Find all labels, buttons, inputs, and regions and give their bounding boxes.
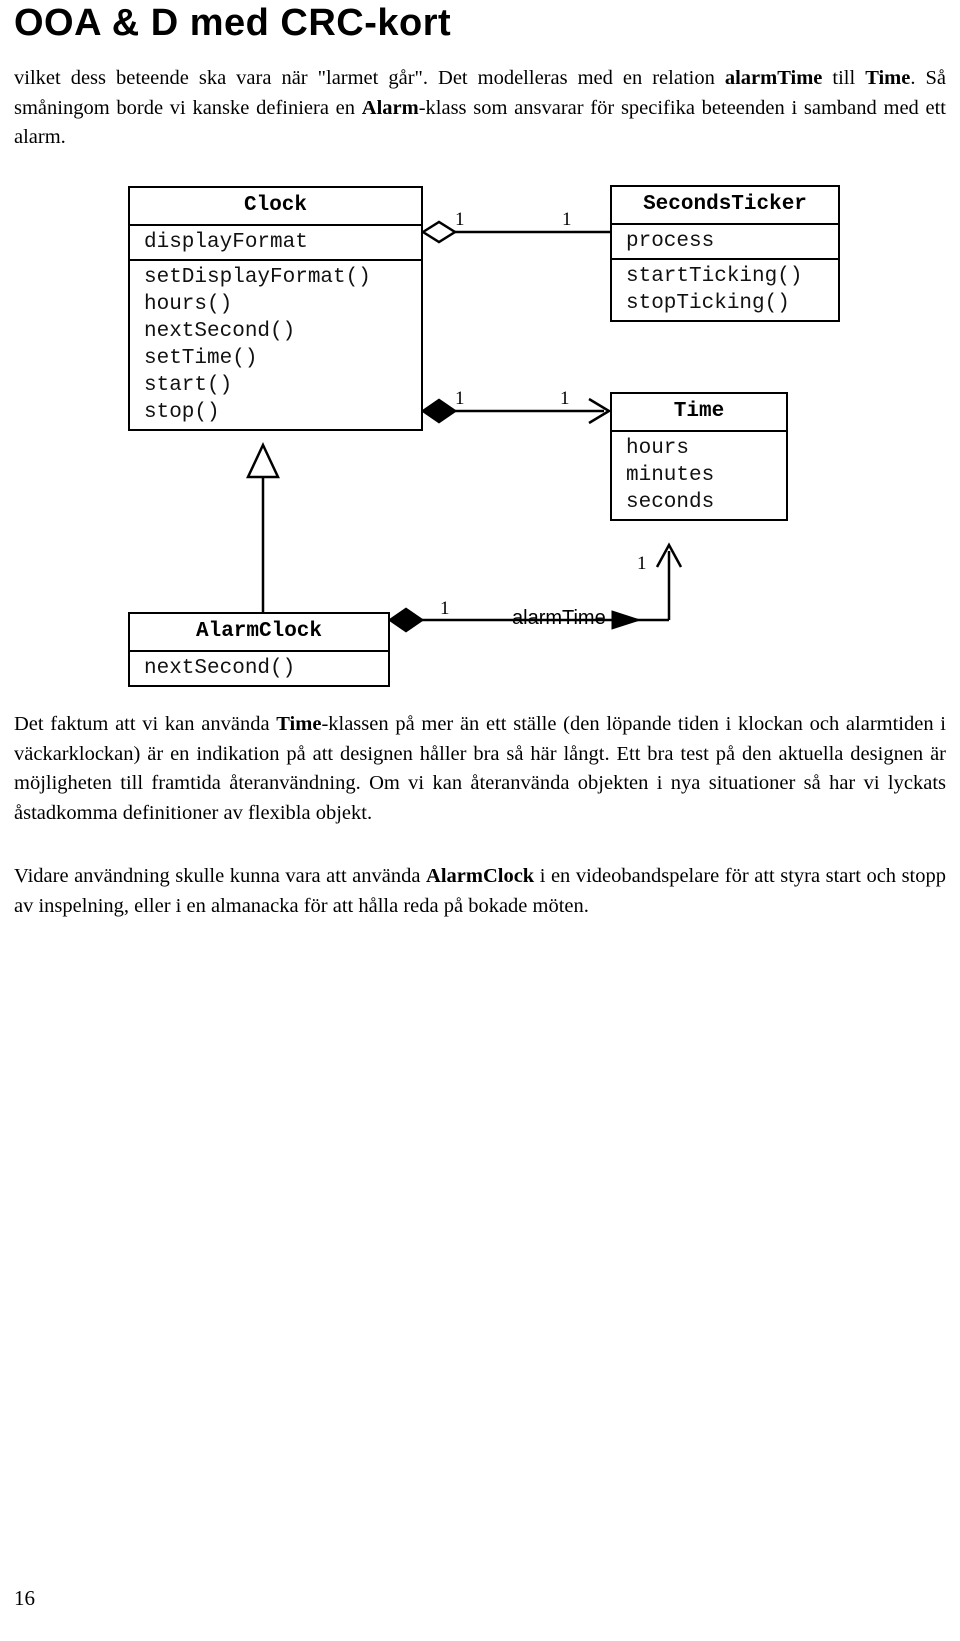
multiplicity-alarmclock-time-source: 1 <box>440 598 450 619</box>
connector-clock-secondsticker <box>420 220 610 244</box>
uml-operation: startTicking() <box>626 265 803 288</box>
intro-paragraph: vilket dess beteende ska vara när "larme… <box>14 67 947 148</box>
uml-operation: hours() <box>144 293 233 316</box>
multiplicity-clock-secondsticker-target: 1 <box>562 209 572 230</box>
uml-class-time[interactable]: Time hours minutes seconds <box>610 392 788 521</box>
multiplicity-alarmclock-time-target: 1 <box>637 553 647 574</box>
uml-operations-secondsticker: startTicking() stopTicking() <box>612 258 838 320</box>
multiplicity-clock-time-source: 1 <box>455 388 465 409</box>
uml-attribute: hours <box>626 437 690 460</box>
uml-class-name-time: Time <box>673 400 725 423</box>
uml-operation: nextSecond() <box>144 657 296 680</box>
uml-operations-clock: setDisplayFormat() hours() nextSecond() … <box>130 259 421 429</box>
association-label-alarmtime: alarmTime <box>512 607 606 629</box>
multiplicity-clock-secondsticker-source: 1 <box>455 209 465 230</box>
uml-operation: stop() <box>144 401 220 424</box>
uml-operation: stopTicking() <box>626 292 790 315</box>
uml-operation: start() <box>144 374 233 397</box>
uml-attributes-time: hours minutes seconds <box>612 430 786 519</box>
uml-attributes-secondsticker: process <box>612 223 838 258</box>
uml-operations-alarmclock: nextSecond() <box>130 650 388 685</box>
page-title: OOA & D med CRC-kort <box>14 2 452 44</box>
uml-operation: nextSecond() <box>144 320 296 343</box>
uml-operation: setTime() <box>144 347 258 370</box>
connector-clock-time <box>420 397 612 425</box>
body-paragraph-1: Det faktum att vi kan använda Time-klass… <box>14 713 946 824</box>
uml-attribute: minutes <box>626 464 715 487</box>
uml-attribute: process <box>626 230 715 253</box>
uml-class-secondsticker[interactable]: SecondsTicker process startTicking() sto… <box>610 185 840 322</box>
uml-class-alarmclock[interactable]: AlarmClock nextSecond() <box>128 612 390 687</box>
uml-attribute: seconds <box>626 491 715 514</box>
multiplicity-clock-time-target: 1 <box>560 388 570 409</box>
uml-class-name-secondsticker: SecondsTicker <box>643 193 807 216</box>
page-number: 16 <box>14 1586 35 1610</box>
uml-attribute: displayFormat <box>144 231 308 254</box>
uml-class-name-alarmclock: AlarmClock <box>195 620 323 643</box>
uml-class-name-clock: Clock <box>243 194 307 217</box>
uml-class-diagram: Clock displayFormat setDisplayFormat() h… <box>0 170 960 700</box>
uml-operation: setDisplayFormat() <box>144 266 371 289</box>
body-paragraph-2: Vidare användning skulle kunna vara att … <box>14 865 946 917</box>
uml-class-clock[interactable]: Clock displayFormat setDisplayFormat() h… <box>128 186 423 431</box>
uml-attributes-clock: displayFormat <box>130 224 421 259</box>
